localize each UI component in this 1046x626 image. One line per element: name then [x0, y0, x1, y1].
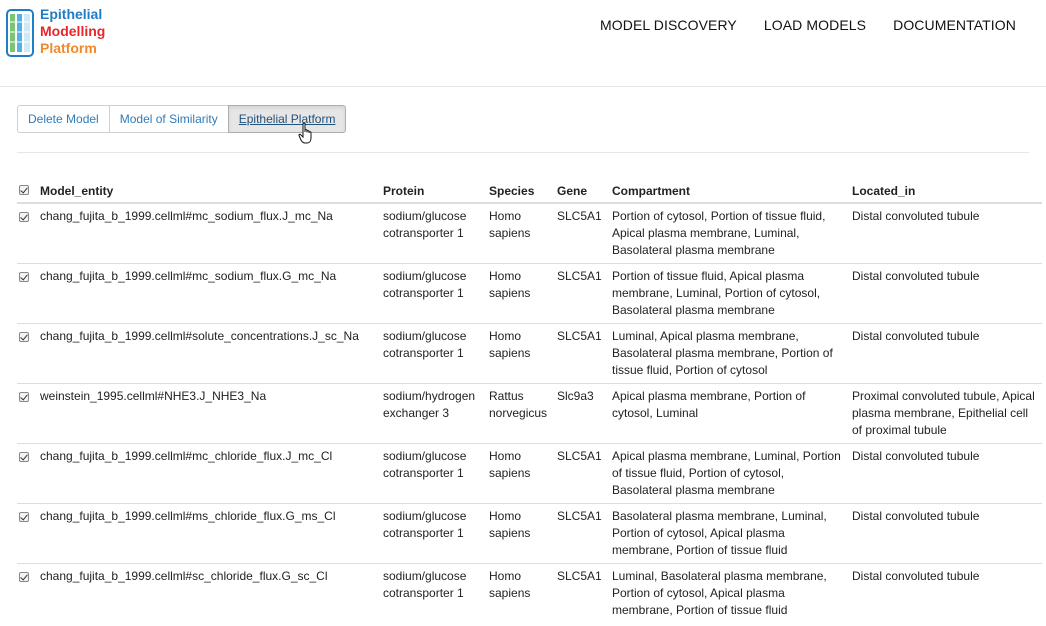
row-checkbox[interactable]	[19, 511, 29, 522]
row-checkbox[interactable]	[19, 271, 29, 282]
nav-documentation[interactable]: DOCUMENTATION	[893, 17, 1016, 33]
main-nav: MODEL DISCOVERY LOAD MODELS DOCUMENTATIO…	[600, 17, 1016, 33]
row-select-cell	[17, 442, 36, 503]
cell-species: Homo sapiens	[485, 562, 553, 623]
brand-line-1: Epithelial	[40, 6, 103, 22]
table-row: chang_fujita_b_1999.cellml#mc_sodium_flu…	[17, 262, 1042, 323]
header-located-in[interactable]: Located_in	[848, 176, 1042, 204]
row-select-cell	[17, 562, 36, 623]
cell-protein: sodium/glucose cotransporter 1	[379, 322, 485, 383]
row-select-cell	[17, 203, 36, 263]
brand-line-2: Modelling	[40, 23, 106, 39]
cell-located-in: Distal convoluted tubule	[848, 262, 1042, 323]
cell-species: Homo sapiens	[485, 322, 553, 383]
hand-pointer-cursor-icon	[298, 122, 312, 144]
row-select-cell	[17, 502, 36, 563]
epithelial-platform-button[interactable]: Epithelial Platform	[227, 105, 347, 133]
cell-species: Rattus norvegicus	[485, 382, 553, 443]
cell-located-in: Distal convoluted tubule	[848, 502, 1042, 563]
cell-model-entity: chang_fujita_b_1999.cellml#ms_chloride_f…	[36, 502, 379, 563]
header-species[interactable]: Species	[485, 176, 553, 204]
epithelium-logo-icon	[6, 9, 34, 57]
cell-protein: sodium/hydrogen exchanger 3	[379, 382, 485, 443]
table-row: chang_fujita_b_1999.cellml#sc_chloride_f…	[17, 562, 1042, 623]
cell-gene: SLC5A1	[553, 562, 608, 623]
cell-model-entity: chang_fujita_b_1999.cellml#mc_sodium_flu…	[36, 262, 379, 323]
cell-protein: sodium/glucose cotransporter 1	[379, 502, 485, 563]
cell-located-in: Distal convoluted tubule	[848, 322, 1042, 383]
cell-located-in: Distal convoluted tubule	[848, 562, 1042, 623]
nav-model-discovery[interactable]: MODEL DISCOVERY	[600, 17, 737, 33]
row-select-cell	[17, 382, 36, 443]
section-divider	[17, 152, 1029, 153]
cell-model-entity: chang_fujita_b_1999.cellml#solute_concen…	[36, 322, 379, 383]
select-all-checkbox[interactable]	[19, 185, 29, 195]
cell-protein: sodium/glucose cotransporter 1	[379, 562, 485, 623]
cell-model-entity: chang_fujita_b_1999.cellml#mc_sodium_flu…	[40, 209, 333, 223]
cell-species: Homo sapiens	[485, 502, 553, 563]
cell-species: Homo sapiens	[485, 442, 553, 503]
cell-gene: Slc9a3	[553, 382, 608, 443]
cell-compartment: Portion of cytosol, Portion of tissue fl…	[612, 209, 826, 257]
row-checkbox[interactable]	[19, 571, 29, 582]
cell-gene: SLC5A1	[553, 442, 608, 503]
cell-protein: sodium/glucose cotransporter 1	[379, 262, 485, 323]
select-all-header	[17, 176, 36, 204]
row-checkbox[interactable]	[19, 331, 29, 342]
cell-protein: sodium/glucose cotransporter 1	[383, 209, 467, 240]
cell-protein: sodium/glucose cotransporter 1	[379, 442, 485, 503]
cell-located-in: Proximal convoluted tubule, Apical plasm…	[848, 382, 1042, 443]
header-protein[interactable]: Protein	[379, 176, 485, 204]
cell-gene: SLC5A1	[553, 322, 608, 383]
cell-compartment: Luminal, Apical plasma membrane, Basolat…	[608, 322, 848, 383]
table-row: chang_fujita_b_1999.cellml#ms_chloride_f…	[17, 502, 1042, 563]
cell-model-entity: chang_fujita_b_1999.cellml#sc_chloride_f…	[36, 562, 379, 623]
table-header-row: Model_entity Protein Species Gene Compar…	[17, 176, 1042, 204]
row-select-cell	[17, 262, 36, 323]
brand-logo[interactable]: Epithelial Modelling Platform	[5, 6, 135, 61]
header-model-entity[interactable]: Model_entity	[36, 176, 379, 204]
table-row: chang_fujita_b_1999.cellml#mc_chloride_f…	[17, 442, 1042, 503]
top-navbar: Epithelial Modelling Platform MODEL DISC…	[0, 0, 1046, 87]
cell-gene: SLC5A1	[557, 209, 602, 223]
cell-species: Homo sapiens	[489, 209, 531, 240]
table-row: chang_fujita_b_1999.cellml#solute_concen…	[17, 322, 1042, 383]
table-row: chang_fujita_b_1999.cellml#mc_sodium_flu…	[17, 203, 1042, 263]
row-checkbox[interactable]	[19, 391, 29, 402]
cell-compartment: Portion of tissue fluid, Apical plasma m…	[608, 262, 848, 323]
brand-line-3: Platform	[40, 40, 97, 56]
cell-gene: SLC5A1	[553, 262, 608, 323]
table-row: weinstein_1995.cellml#NHE3.J_NHE3_Na sod…	[17, 382, 1042, 443]
cell-compartment: Luminal, Basolateral plasma membrane, Po…	[608, 562, 848, 623]
cell-gene: SLC5A1	[553, 502, 608, 563]
header-compartment[interactable]: Compartment	[608, 176, 848, 204]
model-of-similarity-button[interactable]: Model of Similarity	[108, 105, 229, 133]
cell-located-in: Distal convoluted tubule	[848, 442, 1042, 503]
row-checkbox[interactable]	[19, 451, 29, 462]
brand-name: Epithelial Modelling Platform	[40, 6, 105, 57]
cell-compartment: Basolateral plasma membrane, Luminal, Po…	[608, 502, 848, 563]
cell-compartment: Apical plasma membrane, Luminal, Portion…	[608, 442, 848, 503]
row-checkbox[interactable]	[19, 212, 29, 222]
cell-model-entity: weinstein_1995.cellml#NHE3.J_NHE3_Na	[36, 382, 379, 443]
delete-model-button[interactable]: Delete Model	[17, 105, 110, 133]
cell-model-entity: chang_fujita_b_1999.cellml#mc_chloride_f…	[36, 442, 379, 503]
nav-load-models[interactable]: LOAD MODELS	[764, 17, 866, 33]
cell-compartment: Apical plasma membrane, Portion of cytos…	[608, 382, 848, 443]
cell-species: Homo sapiens	[485, 262, 553, 323]
row-select-cell	[17, 322, 36, 383]
header-gene[interactable]: Gene	[553, 176, 608, 204]
model-results-table: Model_entity Protein Species Gene Compar…	[17, 176, 1042, 623]
cell-located-in: Distal convoluted tubule	[852, 209, 980, 223]
